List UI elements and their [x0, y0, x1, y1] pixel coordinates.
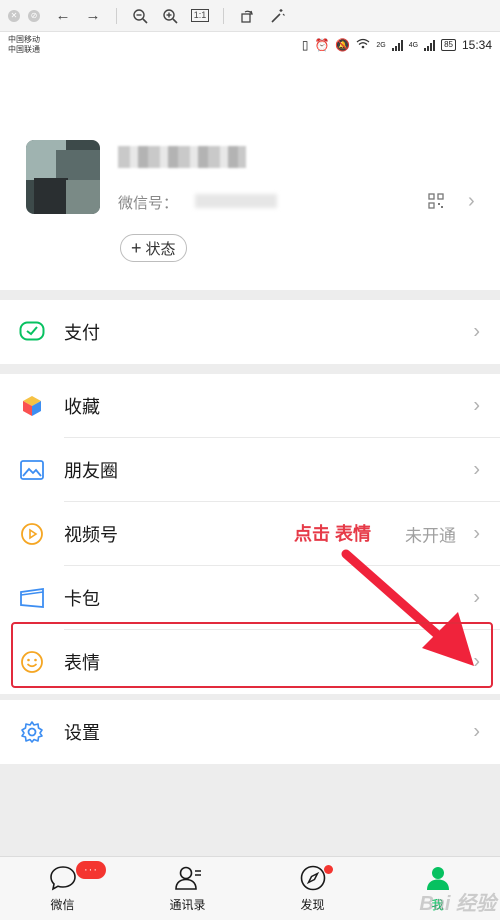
gear-icon [18, 718, 46, 746]
magic-wand-icon[interactable] [262, 3, 292, 29]
carrier-2: 中国联通 [8, 45, 40, 54]
watermark: Bai 经验 [419, 893, 496, 915]
highlight-box [11, 622, 493, 688]
tab-discover[interactable]: 发现 [250, 857, 375, 920]
compass-icon [299, 864, 327, 892]
tab-label: 通讯录 [169, 898, 206, 912]
chat-bubble-icon [49, 864, 77, 892]
wechat-id-label: 微信号： [118, 195, 179, 212]
chevron-right-icon: › [473, 458, 480, 481]
alarm-icon: ⏰ [314, 38, 330, 52]
toolbar-divider [223, 7, 224, 24]
profile-header[interactable]: 微信号： › + 状态 [0, 58, 500, 290]
menu-group-settings: 设置 › [0, 700, 500, 764]
chevron-right-icon: › [473, 320, 480, 343]
nickname-redacted [118, 146, 246, 168]
phone-status-bar: 中国移动 中国联通 ▯ ⏰ 🔕 2G 4G 85 15:34 [0, 32, 500, 58]
signal-icon-1 [391, 39, 403, 51]
chevron-right-icon[interactable]: › [468, 190, 475, 213]
carrier-labels: 中国移动 中国联通 [8, 35, 40, 55]
add-status-button[interactable]: + 状态 [120, 234, 187, 262]
menu-item-moments[interactable]: 朋友圈 › [0, 438, 500, 502]
bottom-tab-bar: 微信 ··· 通讯录 发现 我 Bai 经验 [0, 856, 500, 920]
tab-label: 发现 [300, 898, 325, 912]
channels-play-icon [18, 520, 46, 548]
menu-item-settings[interactable]: 设置 › [0, 700, 500, 764]
menu-item-pay[interactable]: 支付 › [0, 300, 500, 364]
menu-item-label: 朋友圈 [64, 461, 118, 481]
zoom-out-icon[interactable] [125, 3, 155, 29]
mute-icon: 🔕 [335, 38, 351, 52]
card-wallet-icon [18, 584, 46, 612]
menu-item-label: 卡包 [64, 589, 100, 609]
block-icon[interactable]: ⊘ [28, 9, 40, 22]
vibrate-icon: ▯ [301, 38, 309, 52]
menu-item-label: 视频号 [64, 525, 118, 545]
network-type-2: 4G [408, 41, 419, 49]
chevron-right-icon: › [473, 720, 480, 743]
battery-indicator: 85 [441, 39, 456, 51]
new-dot-badge [324, 865, 333, 874]
menu-item-label: 支付 [64, 323, 100, 343]
carrier-1: 中国移动 [8, 35, 40, 44]
contacts-icon [174, 864, 202, 892]
clock: 15:34 [461, 38, 492, 52]
image-viewer-toolbar: ✕ ⊘ ← → 1:1 [0, 0, 500, 32]
status-button-label: 状态 [145, 240, 176, 258]
close-icon[interactable]: ✕ [8, 9, 20, 22]
back-arrow-icon[interactable]: ← [48, 3, 78, 29]
menu-item-label: 收藏 [64, 397, 100, 417]
tab-label: 微信 [50, 898, 75, 912]
actual-size-icon[interactable]: 1:1 [185, 3, 215, 29]
wechat-id-redacted [195, 194, 277, 208]
favorites-cube-icon [18, 392, 46, 420]
menu-item-label: 设置 [64, 723, 100, 743]
signal-icon-2 [424, 39, 436, 51]
toolbar-divider [116, 7, 117, 24]
network-type-1: 2G [376, 41, 386, 49]
status-indicators: ▯ ⏰ 🔕 2G 4G 85 15:34 [302, 38, 492, 52]
tab-contacts[interactable]: 通讯录 [125, 857, 250, 920]
tab-chats[interactable]: 微信 ··· [0, 857, 125, 920]
plus-icon: + [131, 238, 142, 258]
pay-icon [18, 318, 46, 346]
chevron-right-icon: › [473, 394, 480, 417]
avatar[interactable] [26, 140, 100, 214]
wifi-icon [356, 38, 370, 52]
forward-arrow-icon[interactable]: → [78, 3, 108, 29]
menu-group-pay: 支付 › [0, 300, 500, 364]
zoom-in-icon[interactable] [155, 3, 185, 29]
rotate-icon[interactable] [232, 3, 262, 29]
qr-code-icon[interactable] [428, 193, 444, 209]
menu-item-favorites[interactable]: 收藏 › [0, 374, 500, 438]
moments-photo-icon [18, 456, 46, 484]
unread-badge: ··· [76, 861, 106, 879]
